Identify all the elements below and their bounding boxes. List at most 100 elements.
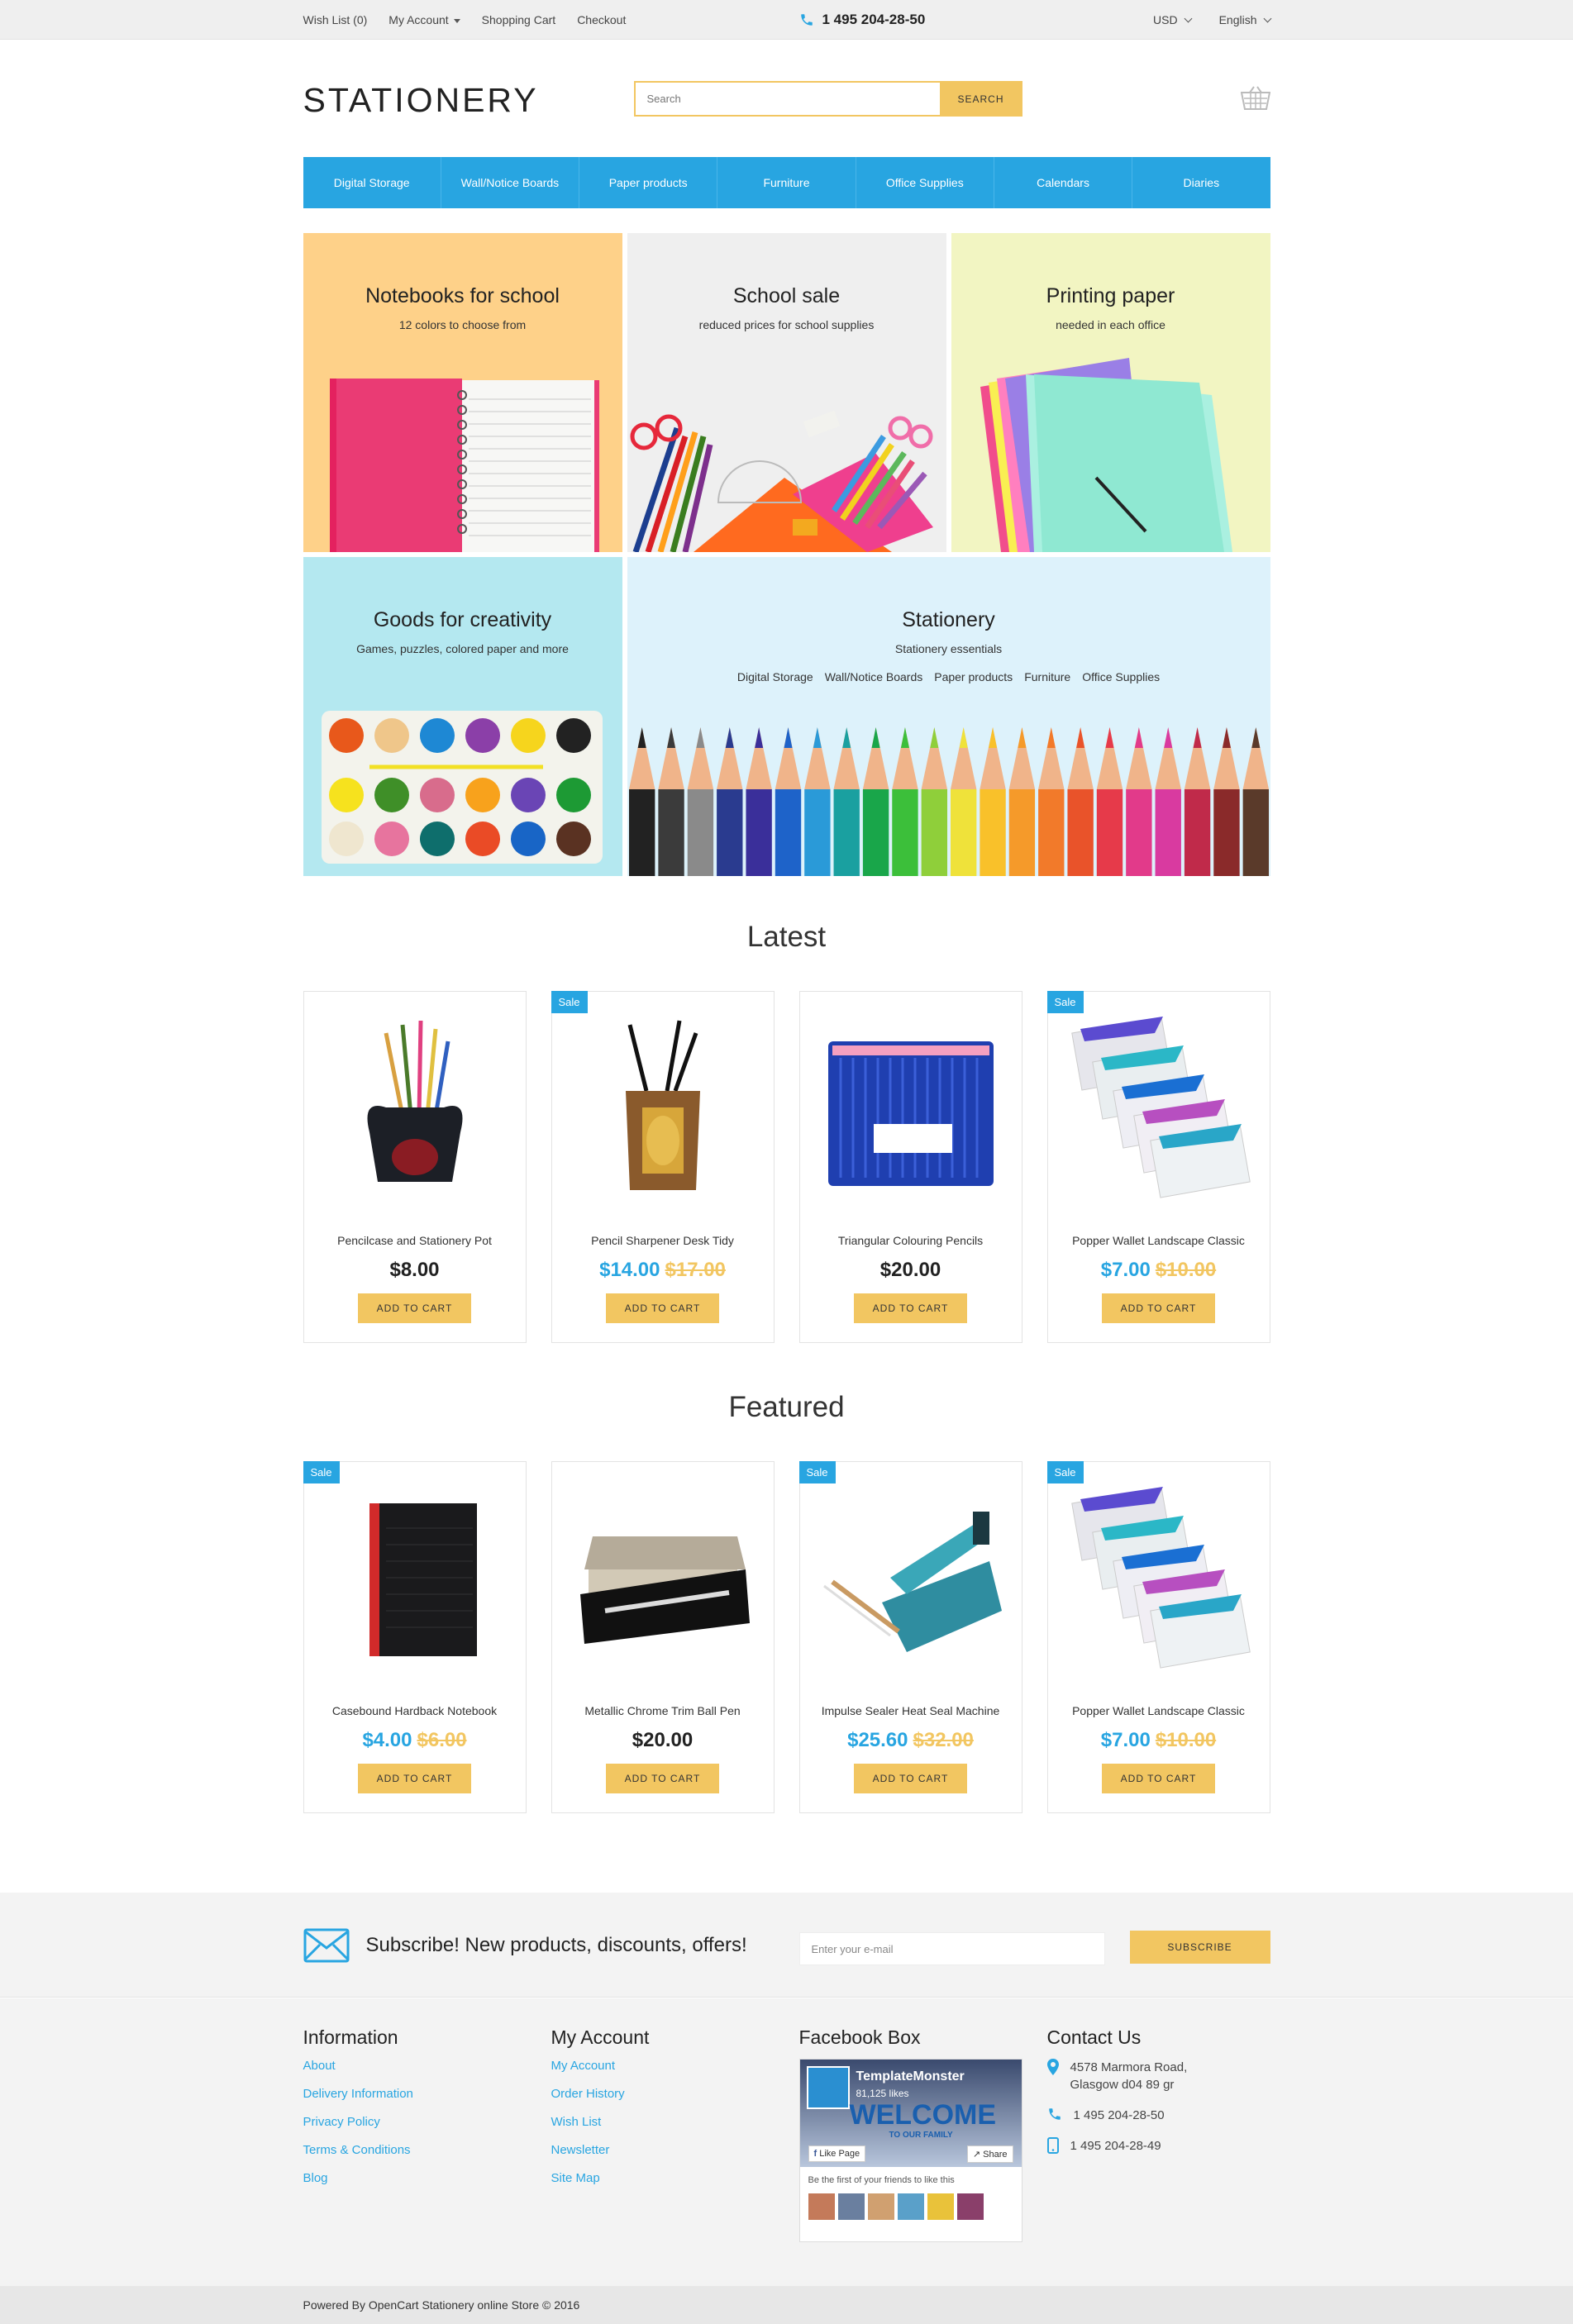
footer-link-privacy[interactable]: Privacy Policy: [303, 2115, 413, 2129]
banner-link[interactable]: Digital Storage: [737, 670, 813, 683]
featured-title: Featured: [728, 1391, 845, 1423]
footer-link-newsletter[interactable]: Newsletter: [551, 2143, 650, 2157]
product-name[interactable]: Triangular Colouring Pencils: [800, 1234, 1022, 1247]
product-name[interactable]: Popper Wallet Landscape Classic: [1048, 1704, 1270, 1717]
footer-link-terms[interactable]: Terms & Conditions: [303, 2143, 413, 2157]
colouring-pencils-image: [827, 1041, 994, 1186]
newsletter-email-input[interactable]: Enter your e-mail: [798, 1932, 1105, 1965]
product-price: $20.00: [632, 1729, 694, 1751]
add-to-cart-button[interactable]: ADD TO CART: [1101, 1764, 1216, 1793]
banner-school-sale[interactable]: School sale reduced prices for school su…: [627, 233, 946, 552]
nav-item-wall-notice-boards[interactable]: Wall/Notice Boards: [441, 157, 580, 208]
nav-item-diaries[interactable]: Diaries: [1132, 157, 1270, 208]
product-image[interactable]: [1048, 1008, 1270, 1207]
add-to-cart-button[interactable]: ADD TO CART: [605, 1293, 720, 1323]
facebook-widget[interactable]: TemplateMonster 81,125 likes WELCOME TO …: [798, 2059, 1022, 2242]
product-price: $7.00 $10.00: [1100, 1259, 1217, 1281]
avatar: [897, 2193, 924, 2220]
facebook-share-button[interactable]: ↗ Share: [966, 2145, 1013, 2163]
banner-link[interactable]: Paper products: [934, 670, 1013, 683]
pencil-body: [775, 789, 801, 876]
currency-select[interactable]: USD: [1153, 13, 1193, 26]
nav-item-office-supplies[interactable]: Office Supplies: [856, 157, 994, 208]
banner-title: Stationery: [902, 608, 995, 631]
product-name[interactable]: Pencilcase and Stationery Pot: [304, 1234, 526, 1247]
wishlist-link[interactable]: Wish List (0): [303, 13, 368, 26]
shopping-cart-link[interactable]: Shopping Cart: [482, 13, 556, 26]
footer-link-site-map[interactable]: Site Map: [551, 2171, 650, 2185]
add-to-cart-button[interactable]: ADD TO CART: [605, 1764, 720, 1793]
pencil-body: [803, 789, 831, 876]
nav-item-calendars[interactable]: Calendars: [994, 157, 1133, 208]
footer-heading: My Account: [551, 2026, 650, 2048]
product-name[interactable]: Popper Wallet Landscape Classic: [1048, 1234, 1270, 1247]
facebook-page-name[interactable]: TemplateMonster: [856, 2069, 965, 2084]
product-name[interactable]: Casebound Hardback Notebook: [304, 1704, 526, 1717]
footer-heading: Contact Us: [1046, 2026, 1142, 2048]
banner-link[interactable]: Wall/Notice Boards: [825, 670, 923, 683]
facebook-like-button[interactable]: f Like Page: [808, 2145, 866, 2162]
product-image[interactable]: [552, 1008, 774, 1207]
map-pin-icon: [1046, 2059, 1059, 2075]
product-name[interactable]: Pencil Sharpener Desk Tidy: [552, 1234, 774, 1247]
chevron-down-icon: [1184, 14, 1193, 23]
popper-wallet-image: [1070, 1017, 1251, 1198]
add-to-cart-button[interactable]: ADD TO CART: [853, 1293, 968, 1323]
banner-creativity[interactable]: Goods for creativity Games, puzzles, col…: [303, 557, 622, 876]
pencil-tip: [725, 727, 734, 748]
add-to-cart-button[interactable]: ADD TO CART: [357, 1293, 472, 1323]
product-image[interactable]: [304, 1479, 526, 1677]
footer-link-wish-list[interactable]: Wish List: [551, 2115, 650, 2129]
product-card[interactable]: Pencilcase and Stationery Pot $8.00 ADD …: [303, 991, 527, 1343]
pencil-body: [979, 789, 1006, 876]
search-input[interactable]: [633, 81, 940, 117]
banner-link[interactable]: Furniture: [1024, 670, 1070, 683]
pencil-tip: [841, 727, 851, 748]
checkout-link[interactable]: Checkout: [577, 13, 626, 26]
product-image[interactable]: [800, 1479, 1022, 1677]
product-image[interactable]: [800, 1008, 1022, 1207]
footer-link-about[interactable]: About: [303, 2059, 413, 2073]
footer-facebook: Facebook Box TemplateMonster 81,125 like…: [798, 2026, 1022, 2242]
footer-link-my-account[interactable]: My Account: [551, 2059, 650, 2073]
product-card[interactable]: Metallic Chrome Trim Ball Pen $20.00 ADD…: [551, 1461, 775, 1813]
banner-stationery[interactable]: Stationery Stationery essentials Digital…: [627, 557, 1270, 876]
banner-notebooks[interactable]: Notebooks for school 12 colors to choose…: [303, 233, 622, 552]
product-card[interactable]: Sale Popper Wallet Landscape Classic $7.…: [1046, 991, 1270, 1343]
product-name[interactable]: Impulse Sealer Heat Seal Machine: [800, 1704, 1022, 1717]
my-account-link[interactable]: My Account: [388, 13, 460, 26]
newsletter-text: Subscribe! New products, discounts, offe…: [365, 1933, 747, 1956]
product-image[interactable]: [304, 1008, 526, 1207]
pencil-tip: [871, 727, 880, 748]
product-image[interactable]: [1048, 1479, 1270, 1677]
banner-title: School sale: [732, 284, 841, 307]
product-name[interactable]: Metallic Chrome Trim Ball Pen: [552, 1704, 774, 1717]
cart-icon[interactable]: [1240, 86, 1270, 112]
pencil-tip: [959, 727, 968, 748]
search-button[interactable]: SEARCH: [939, 81, 1022, 117]
product-card[interactable]: Sale Impulse Sealer Heat Seal Machine $2…: [798, 1461, 1022, 1813]
paper-image: [980, 358, 1232, 552]
footer-link-blog[interactable]: Blog: [303, 2171, 413, 2185]
language-select[interactable]: English: [1219, 13, 1271, 26]
nav-item-furniture[interactable]: Furniture: [717, 157, 856, 208]
product-card[interactable]: Sale Pencil Sharpener Desk Tidy $14.00 $1…: [551, 991, 775, 1343]
copyright-text: Powered By OpenCart Stationery online St…: [303, 2298, 580, 2312]
nav-item-digital-storage[interactable]: Digital Storage: [303, 157, 441, 208]
footer-link-delivery[interactable]: Delivery Information: [303, 2087, 413, 2101]
product-card[interactable]: Triangular Colouring Pencils $20.00 ADD …: [798, 991, 1022, 1343]
add-to-cart-button[interactable]: ADD TO CART: [357, 1764, 472, 1793]
banner-printing-paper[interactable]: Printing paper needed in each office: [951, 233, 1270, 552]
product-image[interactable]: [552, 1479, 774, 1677]
add-to-cart-button[interactable]: ADD TO CART: [1101, 1293, 1216, 1323]
nav-item-paper-products[interactable]: Paper products: [579, 157, 718, 208]
add-to-cart-button[interactable]: ADD TO CART: [853, 1764, 968, 1793]
logo[interactable]: STATIONERY: [303, 81, 539, 120]
banner-link[interactable]: Office Supplies: [1082, 670, 1160, 683]
footer-link-order-history[interactable]: Order History: [551, 2087, 650, 2101]
product-card[interactable]: Sale Popper Wallet Landscape Classic $7.…: [1046, 1461, 1270, 1813]
phone-icon: [1048, 2108, 1061, 2120]
subscribe-button[interactable]: SUBSCRIBE: [1129, 1931, 1270, 1964]
product-price: $25.60 $32.00: [847, 1729, 974, 1751]
product-card[interactable]: Sale Casebound Hardback Notebook $4.00 $6…: [303, 1461, 527, 1813]
